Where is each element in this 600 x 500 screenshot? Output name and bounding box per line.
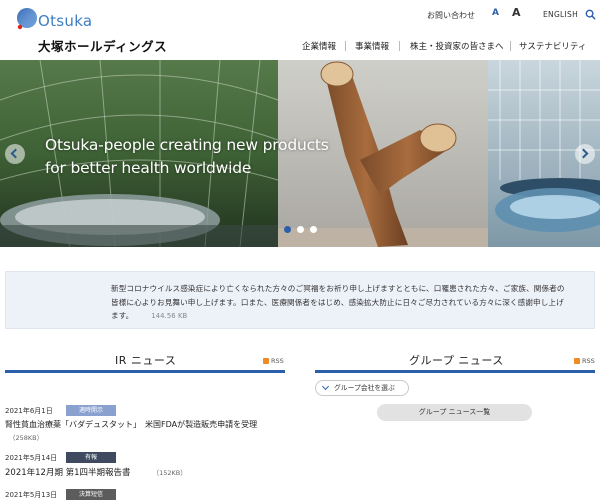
rss-icon — [574, 358, 580, 364]
carousel-prev-button[interactable] — [5, 144, 25, 164]
global-nav: 企業情報 事業情報 株主・投資家の皆さまへ サステナビリティ — [0, 40, 600, 54]
carousel-dot[interactable] — [297, 226, 304, 233]
ir-news-date: 2021年5月14日 — [5, 454, 58, 462]
nav-separator — [345, 41, 346, 51]
carousel-dot[interactable] — [310, 226, 317, 233]
ir-news-headline[interactable]: 2021年12月期 第1四半期報告書 — [5, 468, 131, 478]
carousel-next-button[interactable] — [575, 144, 595, 164]
hero-tagline-line1: Otsuka-people creating new products — [45, 136, 329, 154]
carousel-dot[interactable] — [284, 226, 291, 233]
hero-tagline: Otsuka-people creating new products for … — [45, 134, 329, 180]
ir-news-file-size: （258KB） — [9, 434, 44, 442]
nav-item-company[interactable]: 企業情報 — [302, 40, 336, 52]
covid-notice: 新型コロナウイルス感染症により亡くなられた方々のご冥福をお祈り申し上げますととも… — [5, 271, 595, 329]
ir-rss-link[interactable]: RSS — [263, 357, 284, 365]
nav-separator — [510, 41, 511, 51]
search-icon[interactable] — [585, 9, 596, 20]
nav-item-business[interactable]: 事業情報 — [355, 40, 389, 52]
group-company-filter-label: グループ会社を選ぶ — [334, 384, 395, 392]
contact-link[interactable]: お問い合わせ — [427, 10, 475, 21]
font-size-small-button[interactable]: A — [492, 8, 499, 18]
group-rss-label: RSS — [582, 357, 595, 365]
nav-item-investors[interactable]: 株主・投資家の皆さまへ — [410, 40, 504, 52]
ir-news-badge: 適時開示 — [66, 405, 116, 416]
site-header: Otsuka 大塚ホールディングス お問い合わせ A A ENGLISH 企業情… — [0, 0, 600, 60]
chevron-down-icon — [321, 382, 330, 391]
ir-news-title-link[interactable]: 2021年12月期 第1四半期報告書 （152KB） — [5, 466, 187, 478]
ir-news-headline[interactable]: 腎性貧血治療薬「バダデュスタット」 米国FDAが製造販売申請を受理 — [5, 420, 257, 429]
ir-news-title: IR ニュース — [115, 354, 177, 367]
ir-news-file-size: （152KB） — [152, 469, 187, 477]
ir-news-date: 2021年5月13日 — [5, 491, 58, 499]
chevron-left-icon — [10, 148, 21, 159]
ir-news-date: 2021年6月1日 — [5, 407, 53, 415]
rss-icon — [263, 358, 269, 364]
ir-news-badge: 決算短信 — [66, 489, 116, 500]
group-rss-link[interactable]: RSS — [574, 357, 595, 365]
ir-rss-label: RSS — [271, 357, 284, 365]
ir-news-badge: 有報 — [66, 452, 116, 463]
group-company-filter-button[interactable]: グループ会社を選ぶ — [315, 380, 409, 396]
nav-separator — [399, 41, 400, 51]
hero-carousel[interactable]: Otsuka-people creating new products for … — [0, 60, 600, 247]
hero-tagline-line2: for better health worldwide — [45, 159, 252, 177]
ir-news-rule — [5, 370, 285, 373]
nav-item-sustainability[interactable]: サステナビリティ — [519, 40, 586, 52]
group-news-title: グループ ニュース — [409, 354, 504, 367]
logo-latin-text: Otsuka — [38, 12, 93, 30]
ir-news-title-link[interactable]: 腎性貧血治療薬「バダデュスタット」 米国FDAが製造販売申請を受理 — [5, 419, 257, 430]
notice-file-size[interactable]: 144.56 KB — [151, 312, 187, 320]
group-news-list-button[interactable]: グループ ニュース一覧 — [377, 404, 532, 421]
font-size-large-button[interactable]: A — [512, 6, 521, 19]
notice-text: 新型コロナウイルス感染症により亡くなられた方々のご冥福をお祈り申し上げますととも… — [111, 282, 571, 324]
english-link[interactable]: ENGLISH — [543, 10, 578, 19]
chevron-right-icon — [578, 148, 589, 159]
group-news-rule — [315, 370, 595, 373]
